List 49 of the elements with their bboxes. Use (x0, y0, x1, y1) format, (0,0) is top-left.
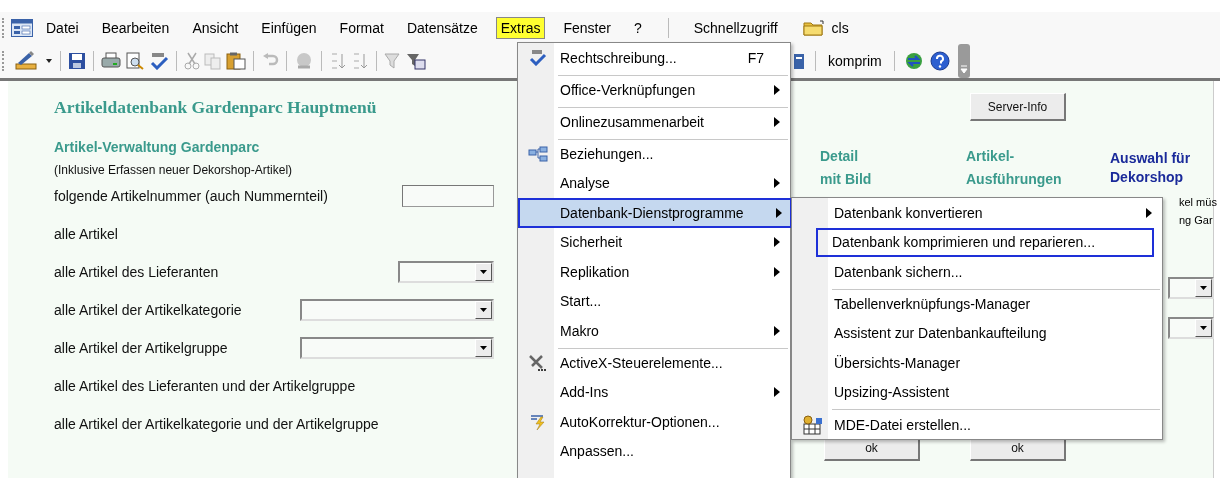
form-title: Artikeldatenbank Gardenparc Hauptmenü (54, 97, 378, 118)
menu-item[interactable]: Datenbank komprimieren und reparieren... (816, 227, 1154, 257)
menu-item[interactable]: Datenbank-Dienstprogramme (518, 198, 792, 228)
menu-item[interactable]: Onlinezusammenarbeit (518, 104, 790, 137)
menu-item[interactable]: Fenster (558, 17, 616, 39)
menu-item[interactable]: Add-Ins (518, 377, 790, 407)
filter-label: alle Artikel des Lieferanten (54, 264, 219, 280)
menu-item[interactable]: ActiveX-Steuerelemente... (518, 345, 790, 378)
menu-item[interactable]: Datei (41, 17, 84, 39)
menu-item[interactable]: Datenbank konvertieren (792, 198, 1162, 228)
menu-item[interactable]: Makro (518, 316, 790, 346)
menu-item[interactable]: cls (826, 17, 854, 39)
menu-item[interactable]: Analyse (518, 168, 790, 198)
menu-item[interactable]: Assistent zur Datenbankaufteilung (792, 318, 1162, 348)
filter-label: alle Artikel der Artikelgruppe (54, 340, 228, 356)
menu-item[interactable]: Upsizing-Assistent (792, 377, 1162, 407)
menu-item[interactable]: Ansicht (187, 17, 244, 39)
menu-item[interactable]: Datensätze (401, 17, 483, 39)
filter-label: alle Artikel der Artikelkategorie (54, 302, 242, 318)
menu-item[interactable]: Replikation (518, 257, 790, 287)
compress-button[interactable]: komprim (825, 53, 885, 69)
menu-item[interactable]: Rechtschreibung... F7 (518, 43, 790, 73)
menu-item[interactable]: Bearbeiten (96, 17, 175, 39)
menu-item[interactable]: MDE-Datei erstellen... (792, 407, 1162, 439)
menu-item[interactable]: AutoKorrektur-Optionen... (518, 407, 790, 437)
menu-item[interactable]: Sicherheit (518, 227, 790, 257)
column-heading: Artikel- Ausführungen (966, 147, 1062, 189)
quick-access-menu[interactable]: Schnellzugriff (688, 17, 783, 39)
menu-item[interactable]: ? (628, 17, 647, 39)
menu-item[interactable]: Extras (495, 17, 546, 39)
menu-item[interactable]: Beziehungen... (518, 136, 790, 169)
menu-item[interactable]: Einfügen (256, 17, 322, 39)
filter-label: alle Artikel der Artikelkategorie und der Artikelgruppe (54, 416, 379, 432)
menu-item[interactable]: Format (334, 17, 389, 39)
section-note: (Inklusive Erfassen neuer Dekorshop-Artikel) (54, 163, 294, 177)
column-heading: Detail mit Bild (820, 147, 872, 189)
menu-item[interactable]: Übersichts-Manager (792, 348, 1162, 378)
menu-item[interactable]: Anpassen... (518, 436, 790, 466)
section-title: Artikel-Verwaltung Gardenparc (54, 139, 261, 155)
note-text: kel müs ng Gar (1179, 195, 1217, 228)
filter-label: alle Artikel des Lieferanten und der Artikelgruppe (54, 378, 356, 394)
menu-item[interactable]: Datenbank sichern... (792, 257, 1162, 287)
filter-label: folgende Artikelnummer (auch Nummernteil) (54, 188, 328, 204)
menu-item[interactable]: Tabellenverknüpfungs-Manager (792, 286, 1162, 319)
filter-label: alle Artikel (54, 226, 118, 242)
menu-item[interactable]: Start... (518, 286, 790, 316)
menu-item[interactable]: Office-Verknüpfungen (518, 72, 790, 105)
column-heading: Auswahl für Dekorshop (1110, 149, 1191, 187)
server-info-button[interactable]: Server-Info (970, 93, 1066, 121)
